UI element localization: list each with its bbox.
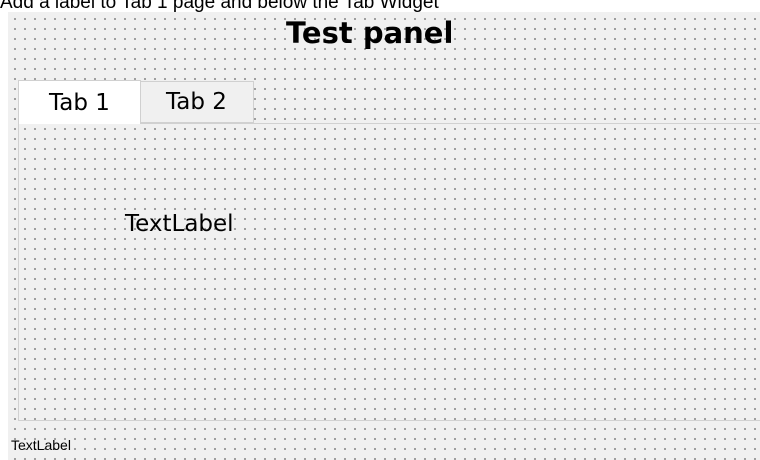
tab-2[interactable]: Tab 2 [140,81,254,123]
tab-1[interactable]: Tab 1 [18,80,141,124]
tab1-text-label[interactable]: TextLabel [125,210,234,238]
bottom-text-label[interactable]: TextLabel [11,436,71,454]
tab-widget-pane[interactable] [18,123,760,421]
panel-title-label[interactable]: Test panel [286,16,453,50]
